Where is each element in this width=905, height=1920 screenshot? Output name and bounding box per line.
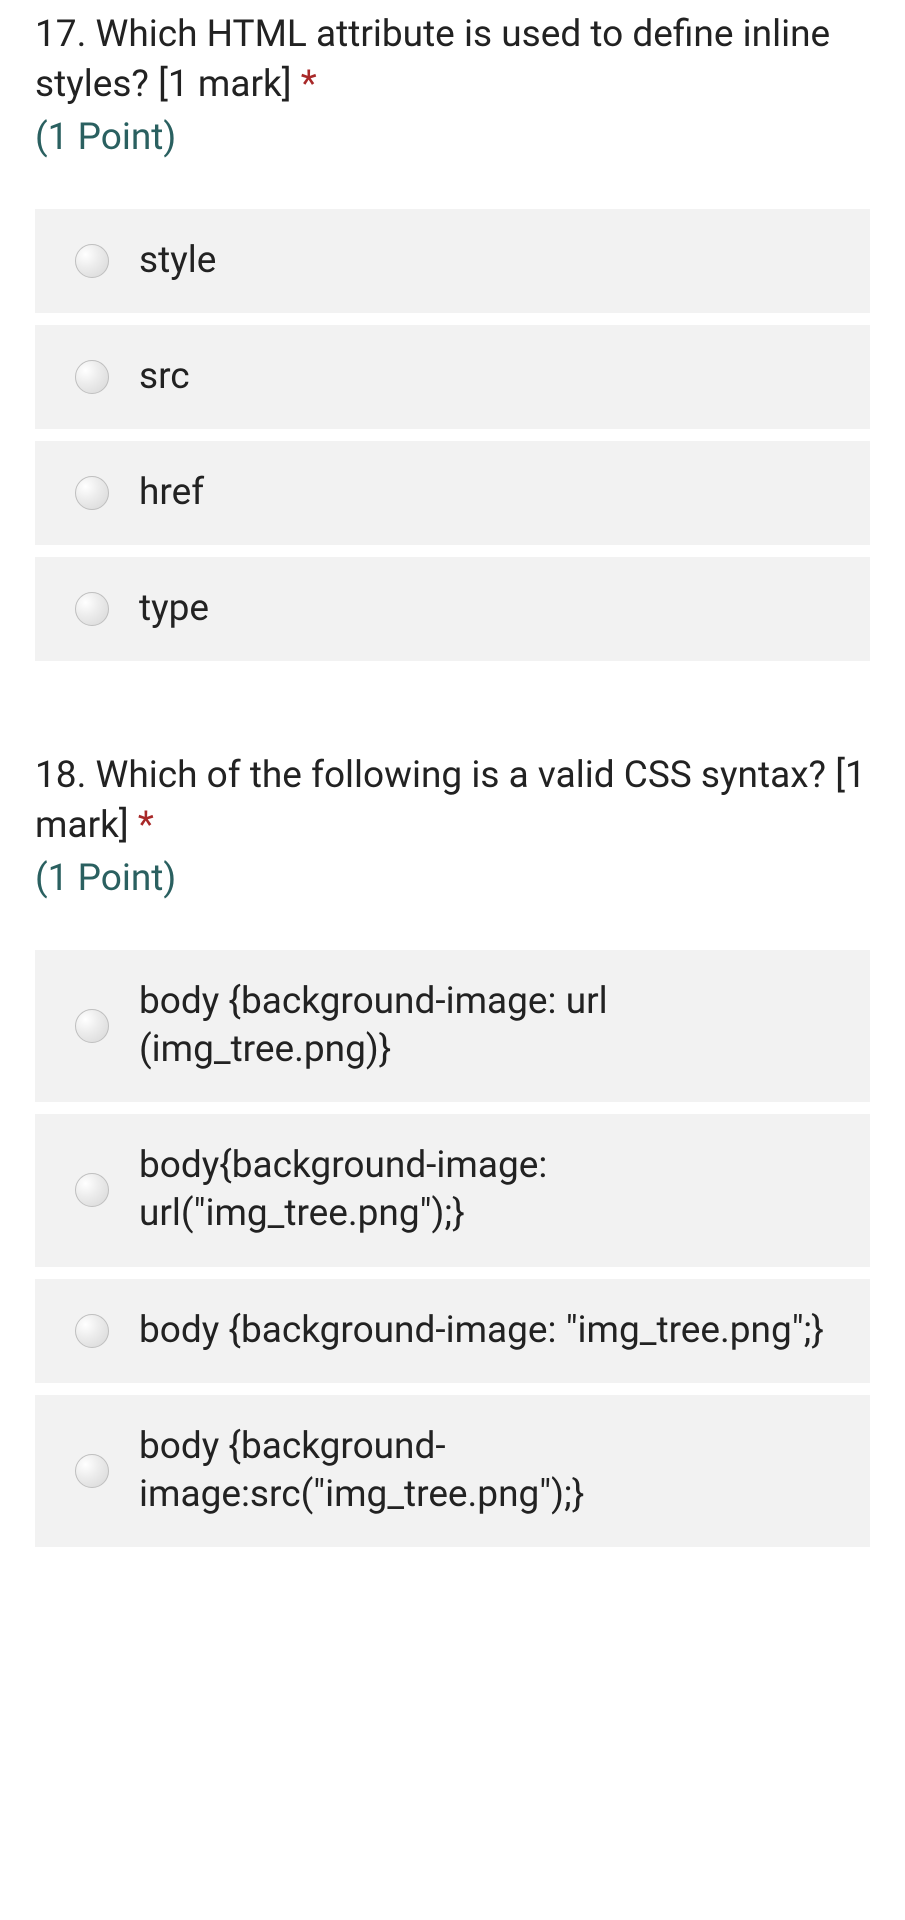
question-number: 17. [35, 13, 86, 56]
option-label: body {background-image: url (img_tree.pn… [139, 978, 830, 1074]
points-label: (1 Point) [35, 116, 870, 159]
radio-icon[interactable] [75, 592, 109, 626]
required-indicator: * [138, 804, 154, 847]
points-label: (1 Point) [35, 857, 870, 900]
question-header: 18. Which of the following is a valid CS… [0, 741, 905, 920]
option-row[interactable]: body {background-image: "img_tree.png";} [35, 1279, 870, 1383]
option-row[interactable]: src [35, 325, 870, 429]
radio-icon[interactable] [75, 1314, 109, 1348]
required-indicator: * [301, 63, 317, 106]
radio-icon[interactable] [75, 1009, 109, 1043]
options-group: style src href type [0, 209, 905, 661]
question-header: 17. Which HTML attribute is used to defi… [0, 0, 905, 179]
radio-icon[interactable] [75, 1454, 109, 1488]
radio-icon[interactable] [75, 244, 109, 278]
option-row[interactable]: style [35, 209, 870, 313]
radio-icon[interactable] [75, 476, 109, 510]
question-body: Which HTML attribute is used to define i… [35, 13, 830, 106]
option-label: href [139, 469, 204, 517]
option-label: type [139, 585, 209, 633]
option-row[interactable]: body{background-image: url("img_tree.png… [35, 1114, 870, 1266]
option-label: body{background-image: url("img_tree.png… [139, 1142, 830, 1238]
question-text: 17. Which HTML attribute is used to defi… [35, 10, 870, 110]
question-number: 18. [35, 754, 86, 797]
option-row[interactable]: body {background-image: url (img_tree.pn… [35, 950, 870, 1102]
option-label: style [139, 237, 216, 285]
question-18: 18. Which of the following is a valid CS… [0, 741, 905, 1547]
radio-icon[interactable] [75, 360, 109, 394]
radio-icon[interactable] [75, 1173, 109, 1207]
option-label: body {background-image:src("img_tree.png… [139, 1423, 830, 1519]
option-row[interactable]: type [35, 557, 870, 661]
question-text: 18. Which of the following is a valid CS… [35, 751, 870, 851]
option-label: body {background-image: "img_tree.png";} [139, 1307, 824, 1355]
option-row[interactable]: body {background-image:src("img_tree.png… [35, 1395, 870, 1547]
option-row[interactable]: href [35, 441, 870, 545]
question-body: Which of the following is a valid CSS sy… [35, 754, 866, 847]
options-group: body {background-image: url (img_tree.pn… [0, 950, 905, 1547]
option-label: src [139, 353, 190, 401]
question-17: 17. Which HTML attribute is used to defi… [0, 0, 905, 661]
